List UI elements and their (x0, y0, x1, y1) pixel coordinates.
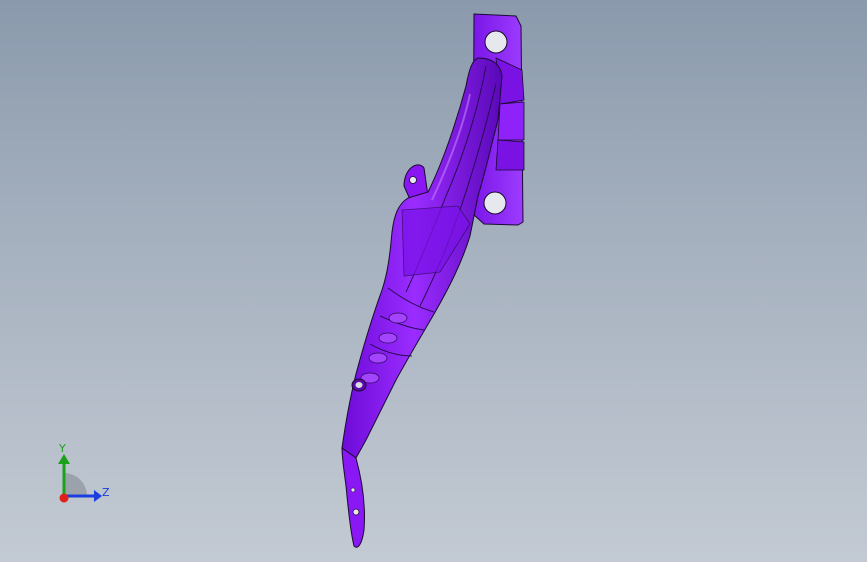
bracket-model[interactable] (0, 0, 867, 562)
foot-hole (350, 487, 356, 493)
y-axis-label: Y (59, 442, 66, 455)
arm-bump (388, 312, 408, 324)
orientation-triad[interactable]: Y Z (44, 440, 124, 512)
triad-quarter-disc (64, 473, 87, 496)
x-axis-dot (59, 493, 69, 503)
mounting-hole-top (484, 30, 508, 54)
z-axis-label: Z (102, 486, 110, 499)
flange-rib (497, 101, 525, 141)
graphics-viewport[interactable]: Y Z (0, 0, 867, 562)
foot-tab (341, 447, 365, 548)
mounting-hole-bottom (483, 191, 507, 215)
arm-bump (368, 352, 388, 364)
flange-rib (495, 139, 525, 171)
foot-hole (352, 508, 360, 516)
arm-contour (401, 205, 471, 277)
arm-bump (378, 332, 398, 344)
ear-hole (409, 176, 417, 184)
